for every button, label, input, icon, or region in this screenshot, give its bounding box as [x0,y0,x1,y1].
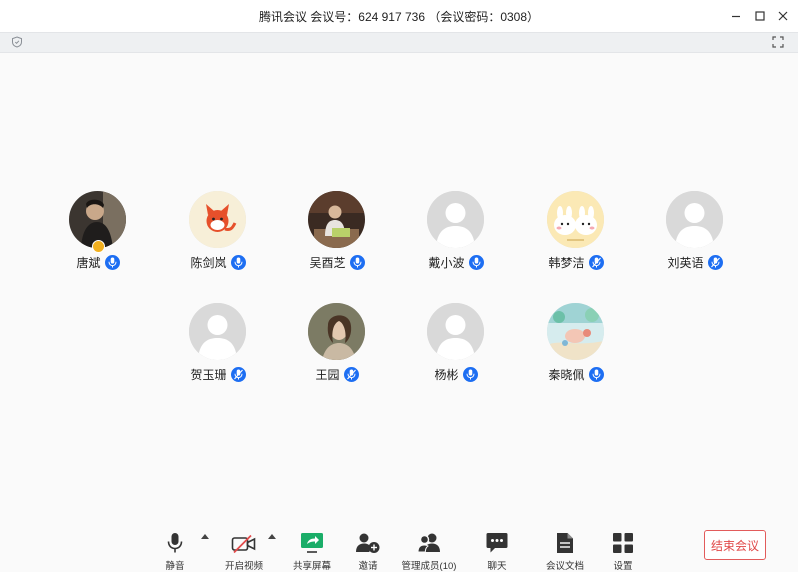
participant-name-row: 陈剑岚 [158,254,278,271]
participant-tile[interactable]: 唐斌 [38,191,158,275]
participant-name: 刘英语 [667,256,704,270]
avatar [547,191,604,248]
host-badge [92,240,105,253]
chat-icon [486,533,508,553]
end-meeting-button[interactable]: 结束会议 [704,530,766,560]
participant-name: 陈剑岚 [190,256,227,270]
video-off-icon [231,534,256,554]
participant-name: 秦晓佩 [548,368,585,382]
chat-button[interactable]: 聊天 [462,528,532,572]
microphone-muted-icon [707,255,723,270]
microphone-icon [230,255,246,270]
participant-name-row: 王园 [277,366,397,383]
participant-tile[interactable]: 秦晓佩 [516,303,636,387]
participant-name-row: 戴小波 [396,254,516,271]
participant-name-row: 唐斌 [38,254,158,271]
avatar [189,303,246,360]
participant-tile[interactable]: 戴小波 [396,191,516,275]
manage-members-label: 管理成员(10) [401,561,457,572]
video-options-caret[interactable] [268,534,276,539]
invite-button[interactable]: 邀请 [333,528,403,572]
close-button[interactable] [773,6,793,26]
settings-label: 设置 [613,561,633,572]
meeting-info-bar [0,32,798,53]
microphone-icon [167,533,183,553]
manage-members-button[interactable]: 管理成员(10) [394,528,464,572]
settings-button[interactable]: 设置 [588,528,658,572]
avatar [547,303,604,360]
minimize-icon [732,15,740,18]
participant-tile[interactable]: 刘英语 [635,191,755,275]
microphone-muted-icon [710,257,720,268]
bottom-toolbar: 静音 开启视频 共享屏幕 邀请 管理成员(10) 聊天 会议文档 设置 结束会议 [0,514,798,572]
participant-tile[interactable]: 韩梦洁 [516,191,636,275]
maximize-icon [755,11,765,21]
microphone-icon [104,255,120,270]
chat-label: 聊天 [487,561,507,572]
participant-name-row: 韩梦洁 [516,254,636,271]
participant-name-row: 贺玉珊 [158,366,278,383]
avatar [308,303,365,360]
microphone-muted-icon [346,369,356,380]
avatar [427,303,484,360]
microphone-icon [462,367,478,382]
microphone-on-icon [353,257,361,268]
participant-name: 韩梦洁 [548,256,585,270]
participant-tile[interactable]: 贺玉珊 [158,303,278,387]
microphone-on-icon [466,369,474,380]
participant-name: 王园 [315,368,340,382]
avatar [427,191,484,248]
microphone-on-icon [472,257,480,268]
microphone-muted-icon [343,367,359,382]
close-icon [778,11,788,21]
mute-options-caret[interactable] [201,534,209,539]
participant-name-row: 秦晓佩 [516,366,636,383]
microphone-on-icon [108,257,116,268]
microphone-muted-icon [233,369,243,380]
members-icon [417,533,440,553]
window-title: 腾讯会议 会议号：624 917 736 （会议密码：0308） [258,10,540,24]
microphone-icon [349,255,365,270]
share-screen-label: 共享屏幕 [292,561,331,572]
participant-name: 吴酉芝 [309,256,346,270]
avatar [308,191,365,248]
participant-name: 唐斌 [76,256,101,270]
add-user-icon [356,533,380,553]
document-icon [557,533,573,553]
participant-tile[interactable]: 吴酉芝 [277,191,397,275]
minimize-button[interactable] [726,6,746,26]
avatar [189,191,246,248]
microphone-on-icon [234,257,242,268]
microphone-muted-icon [230,367,246,382]
avatar [666,191,723,248]
fullscreen-icon[interactable] [772,36,784,48]
meeting-docs-label: 会议文档 [545,561,584,572]
video-label: 开启视频 [224,561,263,572]
microphone-on-icon [592,369,600,380]
microphone-muted-icon [591,257,601,268]
participant-name: 杨彬 [434,368,459,382]
grid-settings-icon [613,533,633,553]
participant-name: 戴小波 [428,256,465,270]
participant-tile[interactable]: 杨彬 [396,303,516,387]
title-bar: 腾讯会议 会议号：624 917 736 （会议密码：0308） [0,0,798,32]
maximize-button[interactable] [750,6,770,26]
shield-icon[interactable] [11,36,23,48]
mute-button[interactable]: 静音 [140,528,210,572]
microphone-icon [588,367,604,382]
share-screen-icon [301,533,323,553]
microphone-icon [468,255,484,270]
participant-grid: 唐斌 陈剑岚 吴酉芝 戴小波 韩梦洁 刘英语 贺玉珊 王园 杨彬 秦晓佩 [0,52,798,514]
microphone-muted-icon [588,255,604,270]
invite-label: 邀请 [358,561,378,572]
participant-tile[interactable]: 陈剑岚 [158,191,278,275]
participant-name-row: 吴酉芝 [277,254,397,271]
participant-tile[interactable]: 王园 [277,303,397,387]
participant-name-row: 刘英语 [635,254,755,271]
participant-name-row: 杨彬 [396,366,516,383]
mute-label: 静音 [165,561,185,572]
participant-name: 贺玉珊 [190,368,227,382]
